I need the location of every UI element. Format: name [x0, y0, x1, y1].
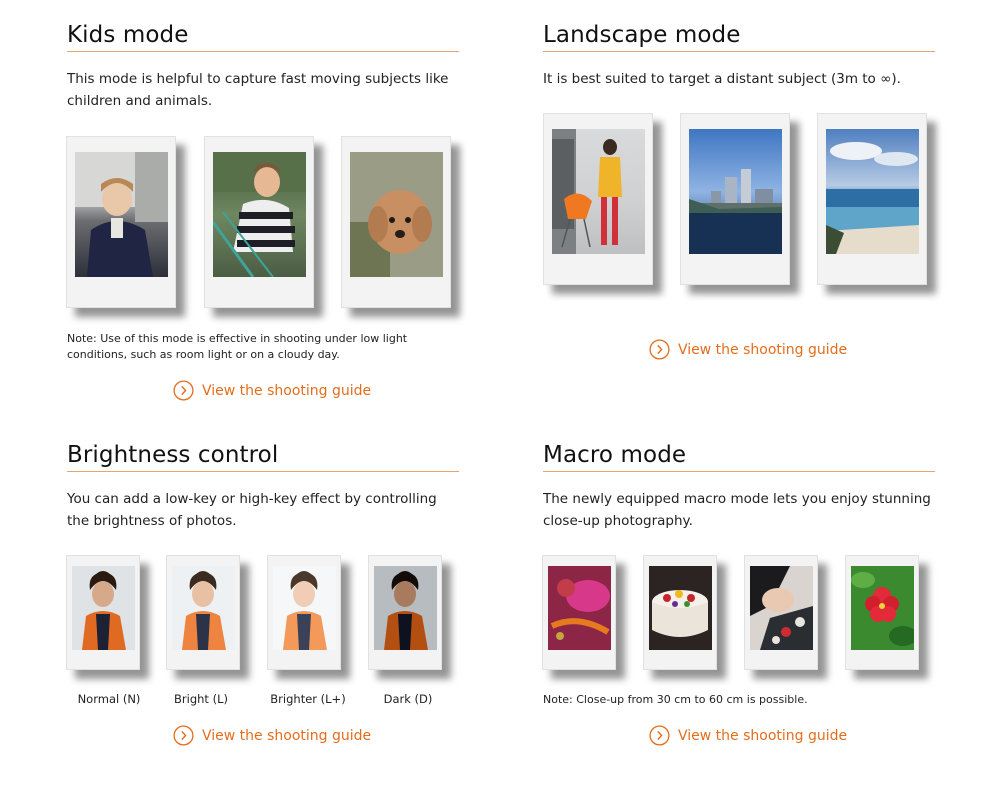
macro-photo-image — [750, 566, 813, 650]
macro-photo-image — [548, 566, 611, 650]
brightness-photo-brighter — [267, 555, 341, 670]
landscape-photo-woman — [543, 113, 653, 285]
macro-photo-jewelry — [542, 555, 616, 670]
brightness-view-guide-label: View the shooting guide — [202, 727, 372, 744]
landscape-photo-image — [552, 129, 645, 254]
landscape-view-guide-label: View the shooting guide — [678, 341, 848, 358]
macro-photo-flower — [845, 555, 919, 670]
chevron-right-circle-icon — [173, 380, 194, 401]
macro-view-guide-link[interactable]: View the shooting guide — [649, 725, 847, 746]
kids-mode-divider — [67, 51, 459, 52]
macro-photo-image — [851, 566, 914, 650]
chevron-right-circle-icon — [649, 725, 670, 746]
brightness-photo-image — [374, 566, 437, 650]
macro-mode-title: Macro mode — [543, 442, 687, 468]
brightness-view-guide-link[interactable]: View the shooting guide — [173, 725, 371, 746]
kids-photo-child-portrait — [66, 136, 176, 308]
landscape-mode-section: Landscape mode It is best suited to targ… — [543, 20, 935, 90]
brightness-control-divider — [67, 471, 459, 472]
kids-mode-section: Kids mode This mode is helpful to captur… — [67, 20, 459, 112]
macro-mode-note: Note: Close-up from 30 cm to 60 cm is po… — [543, 693, 808, 706]
caption-bright: Bright (L) — [174, 692, 228, 706]
macro-photo-cake — [643, 555, 717, 670]
brightness-photo-image — [172, 566, 235, 650]
macro-photo-girl — [744, 555, 818, 670]
kids-mode-description: This mode is helpful to capture fast mov… — [67, 71, 449, 109]
brightness-control-section: Brightness control You can add a low-key… — [67, 440, 459, 532]
brightness-photo-image — [72, 566, 135, 650]
caption-brighter: Brighter (L+) — [270, 692, 346, 706]
kids-view-guide-link[interactable]: View the shooting guide — [173, 380, 371, 401]
kids-photo-child-swing — [204, 136, 314, 308]
brightness-photo-bright — [166, 555, 240, 670]
macro-mode-section: Macro mode The newly equipped macro mode… — [543, 440, 935, 532]
landscape-photo-image — [689, 129, 782, 254]
brightness-control-description: You can add a low-key or high-key effect… — [67, 491, 437, 529]
macro-view-guide-label: View the shooting guide — [678, 727, 848, 744]
kids-photo-puppy — [341, 136, 451, 308]
landscape-mode-title: Landscape mode — [543, 22, 741, 48]
caption-normal: Normal (N) — [77, 692, 141, 706]
macro-mode-divider — [543, 471, 935, 472]
chevron-right-circle-icon — [649, 339, 670, 360]
kids-mode-title: Kids mode — [67, 22, 189, 48]
kids-photo-image — [213, 152, 306, 277]
macro-mode-description: The newly equipped macro mode lets you e… — [543, 491, 931, 529]
brightness-photo-normal — [66, 555, 140, 670]
landscape-mode-description: It is best suited to target a distant su… — [543, 71, 901, 87]
macro-photo-image — [649, 566, 712, 650]
landscape-photo-beach — [817, 113, 927, 285]
landscape-photo-city — [680, 113, 790, 285]
kids-photo-image — [75, 152, 168, 277]
kids-mode-note: Note: Use of this mode is effective in s… — [67, 332, 408, 361]
caption-dark: Dark (D) — [383, 692, 433, 706]
brightness-photo-image — [273, 566, 336, 650]
chevron-right-circle-icon — [173, 725, 194, 746]
brightness-photo-dark — [368, 555, 442, 670]
kids-view-guide-label: View the shooting guide — [202, 382, 372, 399]
landscape-mode-divider — [543, 51, 935, 52]
landscape-photo-image — [826, 129, 919, 254]
kids-photo-image — [350, 152, 443, 277]
brightness-control-title: Brightness control — [67, 442, 279, 468]
landscape-view-guide-link[interactable]: View the shooting guide — [649, 339, 847, 360]
